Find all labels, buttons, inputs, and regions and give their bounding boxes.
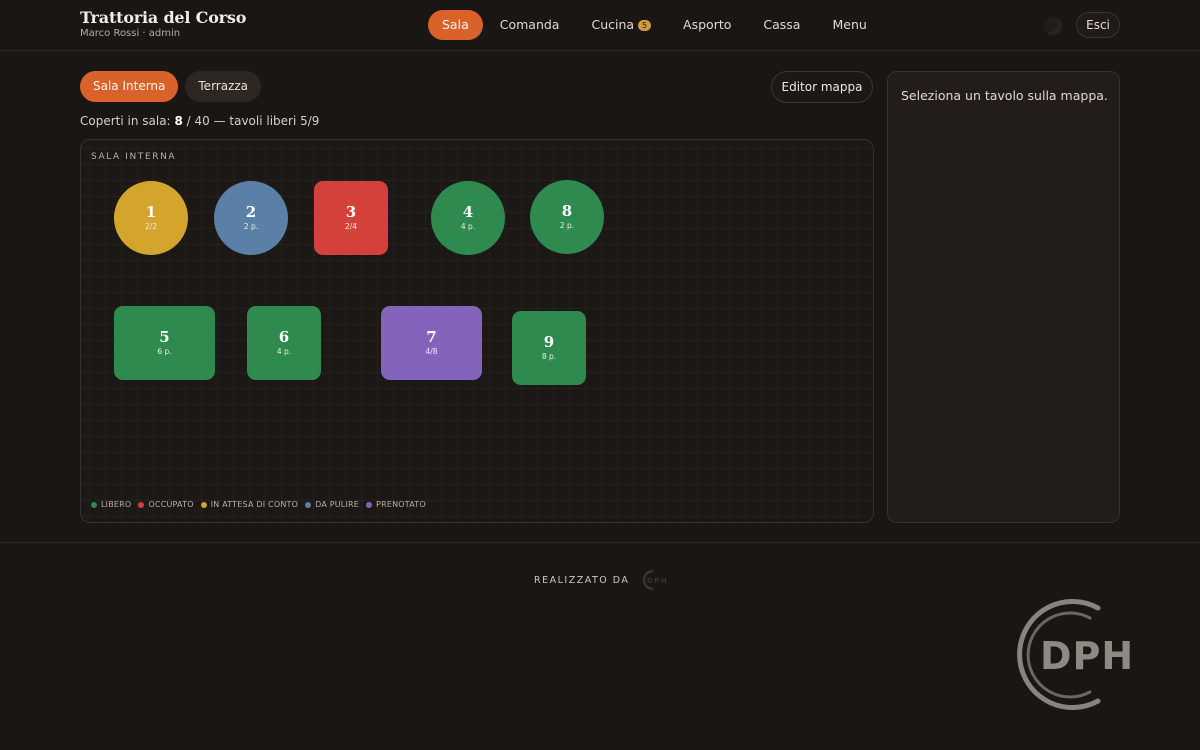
covers-label: Coperti in sala: xyxy=(80,114,171,128)
tab-terrazza[interactable]: Terrazza xyxy=(185,71,262,102)
legend-label: OCCUPATO xyxy=(148,500,194,509)
map-title: SALA INTERNA xyxy=(91,152,177,162)
covers-occupied: 8 xyxy=(174,114,183,128)
user-info: Marco Rossi · admin xyxy=(80,28,181,39)
table-2[interactable]: 2 2 p. xyxy=(214,181,288,255)
table-number: 8 xyxy=(561,202,573,220)
table-number: 1 xyxy=(145,203,157,221)
table-seats: 4 p. xyxy=(460,222,476,231)
nav-item-sala[interactable]: Sala xyxy=(428,10,483,40)
table-9[interactable]: 9 8 p. xyxy=(512,311,586,385)
nav-item-label: Menu xyxy=(832,17,867,32)
legend-label: IN ATTESA DI CONTO xyxy=(210,500,299,509)
top-bar: Trattoria del Corso Marco Rossi · admin … xyxy=(0,0,1200,51)
legend-item-da-pulire: DA PULIRE xyxy=(305,500,359,509)
covers-rest: / 40 — tavoli liberi 5/9 xyxy=(186,114,320,128)
dph-mini-logo[interactable]: DPH xyxy=(637,569,671,591)
nav-item-asporto[interactable]: Asporto xyxy=(668,10,746,40)
legend-item-in-attesa-di-conto: IN ATTESA DI CONTO xyxy=(200,500,299,509)
nav-item-label: Cassa xyxy=(763,17,801,32)
table-detail-panel: Seleziona un tavolo sulla mappa. xyxy=(887,71,1120,523)
table-seats: 6 p. xyxy=(157,347,172,356)
table-6[interactable]: 6 4 p. xyxy=(247,306,321,380)
table-8[interactable]: 8 2 p. xyxy=(530,180,604,254)
nav-item-label: Cucina xyxy=(591,17,635,32)
footer-credit: REALIZZATO DA DPH xyxy=(534,569,671,591)
nav-item-cassa[interactable]: Cassa xyxy=(748,10,815,40)
table-1[interactable]: 1 2/2 xyxy=(114,181,188,255)
legend-label: LIBERO xyxy=(101,500,132,509)
nav-item-label: Comanda xyxy=(499,17,560,32)
da-pulire-dot xyxy=(305,501,312,508)
table-seats: 4/8 xyxy=(425,347,438,356)
nav-item-label: Asporto xyxy=(683,17,732,32)
room-tabs: Sala Interna Terrazza xyxy=(80,71,268,102)
table-seats: 8 p. xyxy=(541,352,557,361)
table-number: 7 xyxy=(426,328,437,346)
table-7[interactable]: 7 4/8 xyxy=(381,306,482,380)
main-nav: Sala Comanda Cucina 5 Asporto Cassa Menu xyxy=(428,10,884,40)
legend-item-libero: LIBERO xyxy=(91,500,131,509)
tab-sala-interna[interactable]: Sala Interna xyxy=(80,71,179,102)
logo-text: DPH xyxy=(1040,634,1134,678)
app-title: Trattoria del Corso xyxy=(80,8,247,27)
theme-toggle-button[interactable] xyxy=(1040,13,1066,39)
floor-map: SALA INTERNA 1 2/2 2 2 p. 3 2/4 4 4 p. 8… xyxy=(80,139,874,523)
nav-item-comanda[interactable]: Comanda xyxy=(485,10,575,40)
footer-divider xyxy=(0,542,1200,543)
table-number: 6 xyxy=(278,328,290,346)
libero-dot xyxy=(91,501,97,508)
in-attesa-dot xyxy=(200,501,207,508)
table-seats: 2/2 xyxy=(144,222,158,231)
dph-logo: DPH xyxy=(1017,599,1134,710)
legend-label: DA PULIRE xyxy=(315,500,360,509)
mini-logo-text: DPH xyxy=(647,577,668,585)
occupato-dot xyxy=(138,501,145,508)
credit-label: REALIZZATO DA xyxy=(534,574,630,586)
nav-item-label: Sala xyxy=(442,17,469,32)
cucina-count-badge: 5 xyxy=(638,19,652,31)
table-seats: 2 p. xyxy=(559,221,575,230)
legend-label: PRENOTATO xyxy=(376,500,426,509)
table-5[interactable]: 5 6 p. xyxy=(114,306,215,380)
table-seats: 2/4 xyxy=(344,222,358,231)
nav-item-cucina[interactable]: Cucina 5 xyxy=(576,10,666,40)
nav-item-menu[interactable]: Menu xyxy=(817,10,881,40)
table-3[interactable]: 3 2/4 xyxy=(314,181,388,255)
logout-button[interactable]: Esci xyxy=(1076,12,1120,38)
table-number: 9 xyxy=(543,333,555,351)
legend-item-prenotato: PRENOTATO xyxy=(366,500,426,509)
covers-summary: Coperti in sala: 8 / 40 — tavoli liberi … xyxy=(80,114,319,128)
prenotato-dot xyxy=(366,501,373,508)
table-number: 2 xyxy=(245,203,257,221)
table-seats: 4 p. xyxy=(276,347,292,356)
moon-icon xyxy=(1044,17,1062,35)
status-legend: LIBERO OCCUPATO IN ATTESA DI CONTO DA PU… xyxy=(91,500,433,509)
table-number: 5 xyxy=(159,328,170,346)
map-editor-button[interactable]: Editor mappa xyxy=(771,71,873,103)
table-number: 3 xyxy=(345,203,357,221)
legend-item-occupato: OCCUPATO xyxy=(138,500,194,509)
panel-hint: Seleziona un tavolo sulla mappa. xyxy=(901,88,1108,103)
brand: Trattoria del Corso Marco Rossi · admin xyxy=(80,8,246,40)
table-seats: 2 p. xyxy=(243,222,259,231)
table-4[interactable]: 4 4 p. xyxy=(431,181,505,255)
table-number: 4 xyxy=(462,203,474,221)
